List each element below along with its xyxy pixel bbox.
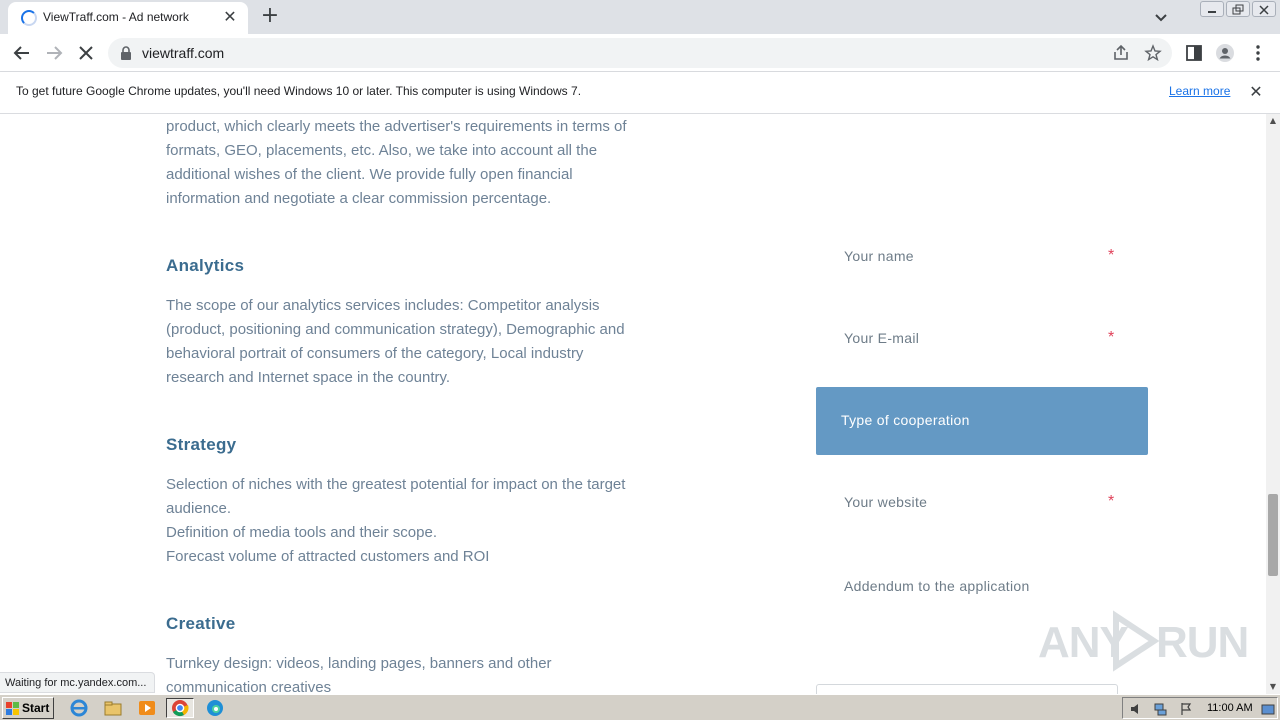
website-field[interactable]: Your website [844, 494, 927, 510]
screen: ViewTraff.com - Ad network ✕ + viewtraff… [0, 0, 1280, 720]
network-icon[interactable] [1153, 702, 1167, 716]
name-required-mark: * [1108, 247, 1115, 264]
scrollbar-thumb[interactable] [1268, 494, 1278, 576]
address-bar[interactable]: viewtraff.com [108, 38, 1172, 68]
text-line: formats, GEO, placements, etc. Also, we … [166, 142, 598, 159]
infobar-close-icon[interactable]: ✕ [1246, 82, 1266, 102]
name-field[interactable]: Your name [844, 248, 914, 264]
watermark-text-right: RUN [1156, 618, 1249, 667]
text-line: audience. [166, 500, 232, 517]
analytics-paragraph: The scope of our analytics services incl… [166, 294, 686, 390]
close-window-button[interactable] [1252, 1, 1276, 17]
email-required-mark: * [1108, 329, 1115, 346]
start-label: Start [22, 701, 50, 715]
start-button[interactable]: Start [2, 697, 54, 719]
browser-toolbar: viewtraff.com [0, 34, 1280, 72]
stop-loading-icon[interactable] [73, 40, 99, 66]
media-player-icon[interactable] [136, 698, 158, 718]
chrome-taskbar-button[interactable] [166, 698, 194, 718]
text-line: additional wishes of the client. We prov… [166, 166, 573, 183]
scroll-down-arrow-icon[interactable]: ▼ [1266, 680, 1280, 694]
windows-taskbar: Start 11:00 AM [0, 694, 1280, 720]
text-line: Forecast volume of attracted customers a… [166, 548, 490, 565]
taskbar-clock[interactable]: 11:00 AM [1207, 702, 1253, 714]
show-desktop-icon[interactable] [1261, 702, 1275, 716]
internet-explorer-icon[interactable] [68, 698, 90, 718]
menu-kebab-icon[interactable] [1248, 43, 1268, 63]
browser-tab[interactable]: ViewTraff.com - Ad network ✕ [8, 2, 248, 34]
cooperation-type-select[interactable]: Type of cooperation [816, 387, 1148, 455]
text-line: Definition of media tools and their scop… [166, 524, 437, 541]
text-line: communication creatives [166, 679, 332, 694]
learn-more-link[interactable]: Learn more [1169, 84, 1230, 98]
update-infobar: To get future Google Chrome updates, you… [0, 72, 1280, 114]
text-line: behavioral portrait of consumers of the … [166, 345, 584, 362]
restore-button[interactable] [1226, 1, 1250, 17]
web-page: product, which clearly meets the adverti… [0, 114, 1266, 694]
system-tray: 11:00 AM [1122, 697, 1278, 719]
text-line: information and negotiate a clear commis… [166, 190, 552, 207]
play-logo-icon [1113, 610, 1160, 672]
infobar-message: To get future Google Chrome updates, you… [16, 84, 582, 98]
minimize-button[interactable] [1200, 1, 1224, 17]
profile-avatar-icon[interactable] [1215, 43, 1235, 63]
minimize-icon [1208, 11, 1216, 13]
tab-search-icon[interactable] [1150, 6, 1172, 28]
tab-title: ViewTraff.com - Ad network [43, 10, 189, 24]
section-heading-analytics: Analytics [166, 256, 245, 275]
new-tab-button[interactable]: + [258, 4, 282, 28]
lock-icon[interactable] [120, 46, 132, 60]
text-line: research and Internet space in the count… [166, 369, 451, 386]
close-window-icon [1259, 5, 1269, 15]
status-bubble: Waiting for mc.yandex.com... [0, 672, 156, 693]
edge-icon[interactable] [204, 698, 226, 718]
website-required-mark: * [1108, 493, 1115, 510]
creative-paragraph: Turnkey design: videos, landing pages, b… [166, 652, 686, 694]
forward-icon[interactable] [41, 40, 67, 66]
text-line: Turnkey design: videos, landing pages, b… [166, 655, 552, 672]
text-line: (product, positioning and communication … [166, 321, 625, 338]
share-icon[interactable] [1112, 44, 1130, 62]
anyrun-watermark: ANY RUN [1038, 610, 1249, 672]
action-center-flag-icon[interactable] [1179, 702, 1193, 716]
form-input-box[interactable] [816, 684, 1118, 694]
addendum-field[interactable]: Addendum to the application [844, 578, 1030, 594]
section-heading-creative: Creative [166, 614, 236, 633]
back-icon[interactable] [9, 40, 35, 66]
bookmark-star-icon[interactable] [1144, 44, 1162, 62]
section-heading-strategy: Strategy [166, 435, 237, 454]
file-explorer-icon[interactable] [102, 698, 124, 718]
email-field[interactable]: Your E-mail [844, 330, 919, 346]
tab-close-icon[interactable]: ✕ [220, 7, 240, 27]
url-text[interactable]: viewtraff.com [142, 45, 224, 61]
windows-logo-icon [6, 702, 19, 715]
volume-icon[interactable] [1129, 702, 1143, 716]
text-line: The scope of our analytics services incl… [166, 297, 600, 314]
tab-strip: ViewTraff.com - Ad network ✕ + [0, 0, 1280, 34]
page-scrollbar[interactable]: ▲ ▼ [1266, 114, 1280, 694]
text-line: Selection of niches with the greatest po… [166, 476, 626, 493]
text-line: product, which clearly meets the adverti… [166, 118, 627, 135]
restore-icon [1232, 4, 1244, 15]
cooperation-type-label: Type of cooperation [841, 412, 970, 428]
side-panel-icon[interactable] [1184, 43, 1204, 63]
window-controls [1200, 1, 1276, 17]
chrome-icon [172, 700, 189, 717]
strategy-paragraph: Selection of niches with the greatest po… [166, 473, 686, 569]
scroll-up-arrow-icon[interactable]: ▲ [1266, 114, 1280, 128]
intro-paragraph: product, which clearly meets the adverti… [166, 115, 686, 211]
loading-spinner-icon [21, 10, 37, 26]
